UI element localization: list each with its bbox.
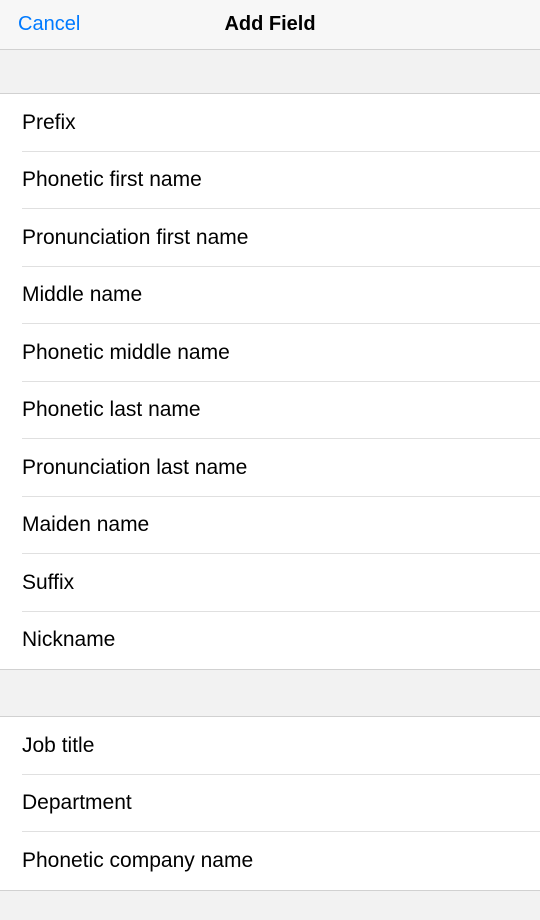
cancel-button[interactable]: Cancel	[18, 13, 80, 36]
field-option-pronunciation-first-name[interactable]: Pronunciation first name	[0, 209, 540, 267]
field-option-phonetic-first-name[interactable]: Phonetic first name	[0, 152, 540, 210]
field-option-nickname[interactable]: Nickname	[0, 612, 540, 670]
list-item-label: Phonetic middle name	[22, 341, 230, 365]
field-option-suffix[interactable]: Suffix	[0, 554, 540, 612]
list-item-label: Suffix	[22, 571, 74, 595]
field-option-phonetic-last-name[interactable]: Phonetic last name	[0, 382, 540, 440]
field-option-phonetic-company-name[interactable]: Phonetic company name	[0, 832, 540, 890]
section-spacer	[0, 50, 540, 94]
field-option-phonetic-middle-name[interactable]: Phonetic middle name	[0, 324, 540, 382]
field-option-department[interactable]: Department	[0, 775, 540, 833]
list-item-label: Pronunciation first name	[22, 226, 248, 250]
list-item-label: Phonetic last name	[22, 398, 201, 422]
list-item-label: Phonetic company name	[22, 849, 253, 873]
section-spacer	[0, 890, 540, 920]
field-option-middle-name[interactable]: Middle name	[0, 267, 540, 325]
list-item-label: Maiden name	[22, 513, 149, 537]
list-item-label: Pronunciation last name	[22, 456, 247, 480]
field-option-maiden-name[interactable]: Maiden name	[0, 497, 540, 555]
navigation-bar: Cancel Add Field	[0, 0, 540, 50]
name-fields-section: Prefix Phonetic first name Pronunciation…	[0, 94, 540, 669]
list-item-label: Job title	[22, 734, 94, 758]
field-option-job-title[interactable]: Job title	[0, 717, 540, 775]
page-title: Add Field	[224, 13, 315, 36]
list-item-label: Middle name	[22, 283, 142, 307]
field-option-prefix[interactable]: Prefix	[0, 94, 540, 152]
work-fields-section: Job title Department Phonetic company na…	[0, 717, 540, 890]
section-spacer	[0, 669, 540, 717]
field-option-pronunciation-last-name[interactable]: Pronunciation last name	[0, 439, 540, 497]
list-item-label: Prefix	[22, 111, 76, 135]
list-item-label: Phonetic first name	[22, 168, 202, 192]
list-item-label: Department	[22, 791, 132, 815]
list-item-label: Nickname	[22, 628, 115, 652]
